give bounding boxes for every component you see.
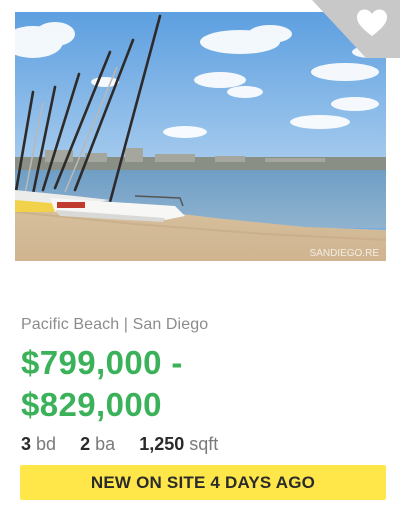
beds-unit: bd (36, 434, 57, 454)
listing-price: $799,000 - $829,000 (21, 342, 183, 426)
price-range-end: $829,000 (21, 386, 162, 423)
beds-count: 3 (21, 434, 32, 454)
favorite-button[interactable] (312, 0, 400, 58)
listing-location: Pacific Beach | San Diego (21, 316, 209, 333)
sqft-count: 1,250 (139, 434, 185, 454)
price-range-start: $799,000 - (21, 344, 183, 381)
new-listing-badge: NEW ON SITE 4 DAYS AGO (20, 465, 386, 500)
baths-unit: ba (95, 434, 116, 454)
sqft-unit: sqft (189, 434, 219, 454)
photo-watermark: SANDIEGO.RE (310, 248, 380, 259)
listing-card[interactable]: SANDIEGO.RE Pacific Beach | San Diego $7… (0, 0, 400, 525)
baths-count: 2 (80, 434, 91, 454)
listing-facts: 3 bd 2 ba 1,250 sqft (21, 434, 218, 455)
